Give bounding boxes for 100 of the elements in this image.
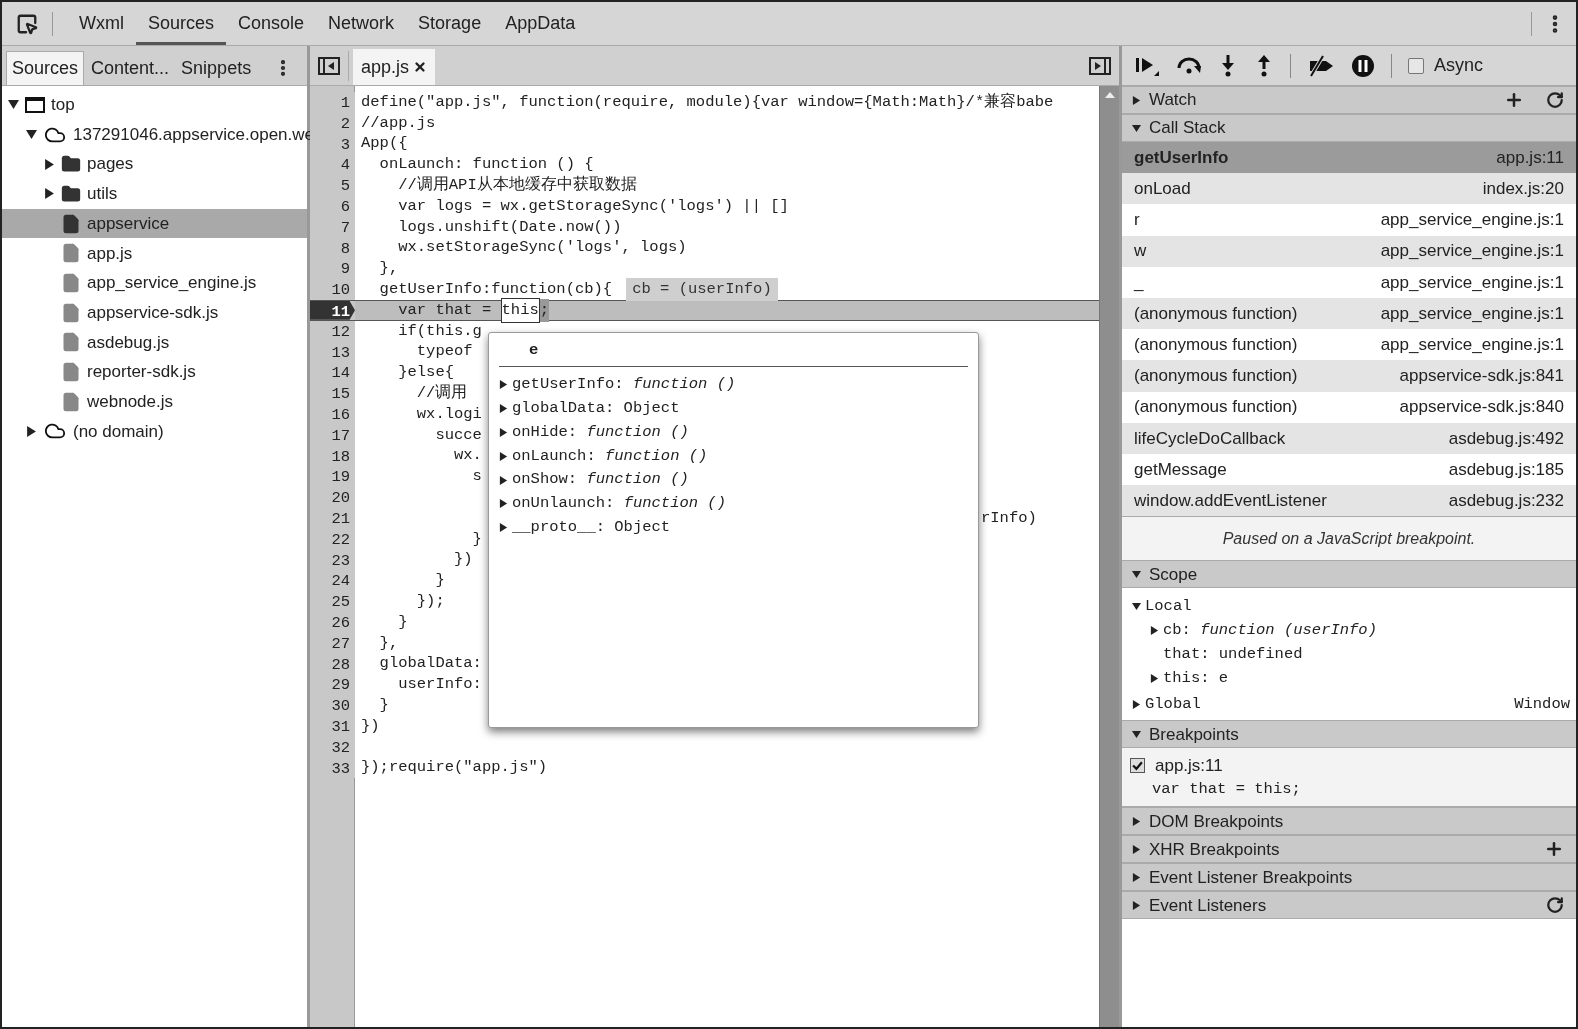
disclosure-triangle-icon[interactable] — [1132, 816, 1141, 826]
line-number[interactable]: 28 — [310, 653, 355, 675]
call-frame[interactable]: getUserInfo app.js:11 — [1122, 142, 1576, 174]
line-number[interactable]: 32 — [310, 736, 355, 758]
section-header[interactable]: Call Stack — [1122, 114, 1576, 142]
line-number[interactable]: 19 — [310, 466, 355, 488]
line-number[interactable]: 22 — [310, 528, 355, 550]
panel-tab[interactable]: Wxml — [67, 2, 136, 45]
line-number[interactable]: 16 — [310, 403, 355, 425]
disclosure-triangle-icon[interactable] — [1132, 601, 1141, 611]
refresh-icon[interactable] — [1546, 896, 1564, 915]
disclosure-triangle-icon[interactable] — [499, 499, 508, 509]
panel-tab[interactable]: Console — [226, 2, 317, 45]
inspect-icon[interactable] — [16, 12, 38, 35]
call-frame[interactable]: (anonymous function) appservice-sdk.js:841 — [1122, 360, 1576, 392]
tree-item[interactable]: reporter-sdk.js — [2, 357, 307, 387]
sidebar-toggle-icon[interactable] — [318, 57, 340, 75]
disclosure-triangle-icon[interactable] — [1132, 123, 1141, 133]
tree-item[interactable]: webnode.js — [2, 386, 307, 417]
line-number[interactable]: 11 — [310, 300, 355, 320]
disclosure-triangle-icon[interactable] — [499, 404, 508, 414]
line-number[interactable]: 18 — [310, 445, 355, 467]
line-number[interactable]: 8 — [310, 237, 355, 259]
navigator-tab[interactable]: Content... — [86, 51, 175, 85]
line-number[interactable]: 7 — [310, 216, 355, 238]
line-number[interactable]: 5 — [310, 175, 355, 196]
line-number[interactable]: 3 — [310, 133, 355, 155]
refresh-icon[interactable] — [1546, 91, 1564, 109]
call-frame[interactable]: lifeCycleDoCallback asdebug.js:492 — [1122, 422, 1576, 454]
line-number[interactable]: 23 — [310, 549, 355, 571]
tree-item[interactable]: utils — [2, 179, 307, 209]
disclosure-triangle-icon[interactable] — [499, 451, 508, 461]
disclosure-triangle-icon[interactable] — [499, 380, 508, 390]
navigator-tab[interactable]: Snippets — [176, 51, 257, 85]
line-number[interactable]: 1 — [310, 92, 355, 113]
line-number[interactable]: 25 — [310, 591, 355, 612]
tree-item[interactable]: appservice — [2, 208, 307, 239]
section-header[interactable]: Watch — [1122, 86, 1576, 114]
line-number[interactable]: 24 — [310, 570, 355, 592]
close-icon[interactable] — [413, 60, 428, 74]
call-frame[interactable]: (anonymous function) app_service_engine.js:1 — [1122, 297, 1576, 330]
section-header[interactable]: Scope — [1122, 560, 1576, 589]
scope-item[interactable]: Local — [1122, 594, 1576, 619]
line-number[interactable]: 29 — [310, 674, 355, 696]
tree-item[interactable]: pages — [2, 149, 307, 180]
disclosure-triangle-icon[interactable] — [26, 129, 37, 141]
navigator-tab[interactable]: Sources — [6, 51, 85, 85]
section-header[interactable]: DOM Breakpoints — [1122, 807, 1576, 836]
disclosure-triangle-icon[interactable] — [1132, 844, 1141, 854]
line-number[interactable]: 15 — [310, 383, 355, 404]
scroll-up-arrow-icon[interactable] — [1104, 92, 1115, 98]
line-number[interactable]: 6 — [310, 196, 355, 217]
tree-item[interactable]: app_service_engine.js — [2, 268, 307, 298]
tree-item[interactable]: asdebug.js — [2, 327, 307, 358]
panel-tab[interactable]: Storage — [406, 2, 494, 45]
panel-tab[interactable]: AppData — [493, 2, 588, 45]
call-frame[interactable]: w app_service_engine.js:1 — [1122, 235, 1576, 267]
line-number[interactable]: 9 — [310, 258, 355, 280]
tree-item[interactable]: top — [2, 90, 307, 120]
disclosure-triangle-icon[interactable] — [8, 99, 19, 111]
line-number[interactable]: 12 — [310, 320, 355, 342]
scrollbar[interactable] — [1099, 86, 1119, 1027]
tree-item[interactable]: appservice-sdk.js — [2, 297, 307, 328]
disclosure-triangle-icon[interactable] — [499, 523, 508, 533]
line-number[interactable]: 33 — [310, 757, 355, 779]
pause-icon[interactable] — [1351, 53, 1375, 78]
scope-item[interactable]: Global Window — [1122, 692, 1576, 717]
checkbox[interactable] — [1408, 57, 1424, 74]
disclosure-triangle-icon[interactable] — [44, 188, 55, 200]
line-number[interactable]: 21 — [310, 507, 355, 529]
disclosure-triangle-icon[interactable] — [44, 158, 55, 170]
tree-item[interactable]: app.js — [2, 238, 307, 269]
disclosure-triangle-icon[interactable] — [1132, 569, 1141, 579]
disclosure-triangle-icon[interactable] — [1132, 900, 1141, 910]
disclosure-triangle-icon[interactable] — [1132, 729, 1141, 739]
line-number[interactable]: 27 — [310, 632, 355, 654]
panel-tab[interactable]: Network — [316, 2, 407, 45]
line-number[interactable]: 13 — [310, 341, 355, 363]
line-number[interactable]: 14 — [310, 362, 355, 384]
line-number[interactable]: 2 — [310, 112, 355, 134]
sidebar-toggle-icon[interactable] — [1089, 57, 1111, 75]
section-header[interactable]: Breakpoints — [1122, 720, 1576, 749]
line-number[interactable]: 17 — [310, 424, 355, 446]
tree-item[interactable]: (no domain) — [2, 416, 307, 447]
disclosure-triangle-icon[interactable] — [499, 475, 508, 485]
disclosure-triangle-icon[interactable] — [1132, 872, 1141, 882]
section-header[interactable]: XHR Breakpoints — [1122, 835, 1576, 864]
call-frame[interactable]: onLoad index.js:20 — [1122, 173, 1576, 205]
add-icon[interactable] — [1504, 90, 1524, 110]
disclosure-triangle-icon[interactable] — [1150, 673, 1159, 683]
line-number[interactable]: 20 — [310, 487, 355, 508]
line-number[interactable]: 31 — [310, 715, 355, 737]
disclosure-triangle-icon[interactable] — [1132, 95, 1141, 105]
checkbox[interactable] — [1130, 757, 1145, 773]
section-header[interactable]: Event Listeners — [1122, 891, 1576, 920]
call-frame[interactable]: window.addEventListener asdebug.js:232 — [1122, 485, 1576, 517]
line-number[interactable]: 26 — [310, 611, 355, 633]
disclosure-triangle-icon[interactable] — [1150, 625, 1159, 635]
line-number[interactable]: 30 — [310, 695, 355, 716]
deactivate-breakpoints-icon[interactable] — [1307, 53, 1335, 78]
